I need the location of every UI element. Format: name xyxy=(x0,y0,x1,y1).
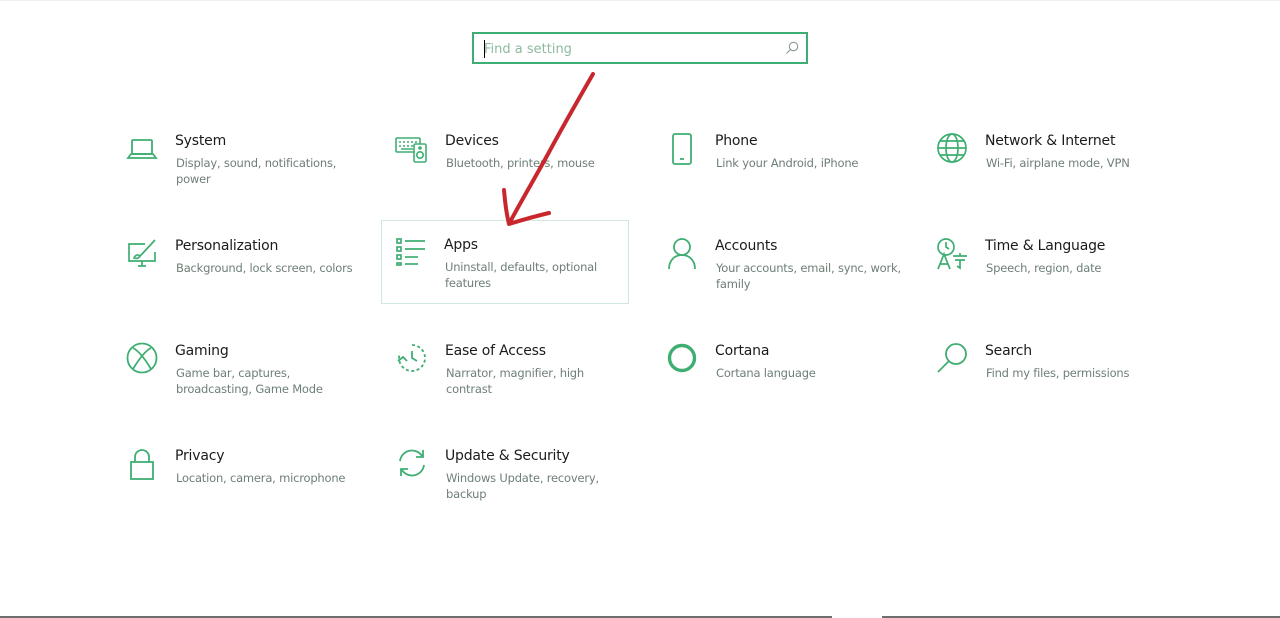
tile-devices[interactable]: Devices Bluetooth, printers, mouse xyxy=(382,122,630,206)
magnifier-icon xyxy=(935,341,969,375)
tile-title: Phone xyxy=(715,133,758,149)
tile-title: Cortana xyxy=(715,343,770,359)
tile-title: Network & Internet xyxy=(985,133,1116,149)
globe-icon xyxy=(935,131,969,165)
cortana-circle-icon xyxy=(665,341,699,375)
tile-description: Location, camera, microphone xyxy=(176,471,346,485)
sync-arrows-icon xyxy=(395,446,429,480)
tile-personalization[interactable]: Personalization Background, lock screen,… xyxy=(112,227,360,311)
search-input[interactable] xyxy=(484,37,774,61)
tile-description: Uninstall, defaults, optional features xyxy=(445,260,598,290)
tile-description: Background, lock screen, colors xyxy=(176,261,353,275)
tile-search[interactable]: Search Find my files, permissions xyxy=(922,332,1170,416)
tile-title: Accounts xyxy=(715,238,778,254)
tile-title: Time & Language xyxy=(985,238,1106,254)
tile-update-security[interactable]: Update & Security Windows Update, recove… xyxy=(382,437,630,521)
tile-title: Personalization xyxy=(175,238,279,254)
tile-description: Narrator, magnifier, high contrast xyxy=(446,366,584,396)
tile-description: Cortana language xyxy=(716,366,816,380)
keyboard-speaker-icon xyxy=(395,131,429,165)
tile-ease-of-access[interactable]: Ease of Access Narrator, magnifier, high… xyxy=(382,332,630,416)
tile-system[interactable]: System Display, sound, notifications, po… xyxy=(112,122,360,206)
tile-gaming[interactable]: Gaming Game bar, captures, broadcasting,… xyxy=(112,332,360,416)
search-box[interactable] xyxy=(472,32,808,64)
tile-title: Gaming xyxy=(175,343,229,359)
tile-phone[interactable]: Phone Link your Android, iPhone xyxy=(652,122,900,206)
tile-time-language[interactable]: Time & Language Speech, region, date xyxy=(922,227,1170,311)
search-icon[interactable] xyxy=(784,40,800,56)
tile-cortana[interactable]: Cortana Cortana language xyxy=(652,332,900,416)
person-icon xyxy=(665,236,699,270)
tile-description: Bluetooth, printers, mouse xyxy=(446,156,595,170)
tile-description: Speech, region, date xyxy=(986,261,1102,275)
tile-title: Privacy xyxy=(175,448,225,464)
tile-description: Link your Android, iPhone xyxy=(716,156,859,170)
tile-title: Devices xyxy=(445,133,499,149)
tile-description: Windows Update, recovery, backup xyxy=(446,471,599,501)
tile-description: Game bar, captures, broadcasting, Game M… xyxy=(176,366,323,396)
xbox-icon xyxy=(125,341,159,375)
tile-network-internet[interactable]: Network & Internet Wi-Fi, airplane mode,… xyxy=(922,122,1170,206)
tile-title: Search xyxy=(985,343,1032,359)
tile-description: Display, sound, notifications, power xyxy=(176,156,337,186)
tile-title: Ease of Access xyxy=(445,343,546,359)
paintbrush-monitor-icon xyxy=(125,236,159,270)
phone-icon xyxy=(665,131,699,165)
padlock-icon xyxy=(125,446,159,480)
tile-description: Your accounts, email, sync, work, family xyxy=(716,261,901,291)
tile-apps[interactable]: Apps Uninstall, defaults, optional featu… xyxy=(381,220,629,304)
settings-home: System Display, sound, notifications, po… xyxy=(0,0,1280,618)
ease-of-access-icon xyxy=(395,341,429,375)
laptop-icon xyxy=(125,131,159,165)
apps-list-icon xyxy=(394,235,428,269)
tile-title: Apps xyxy=(444,237,478,253)
tile-description: Wi-Fi, airplane mode, VPN xyxy=(986,156,1130,170)
tile-privacy[interactable]: Privacy Location, camera, microphone xyxy=(112,437,360,521)
top-divider xyxy=(0,0,1280,1)
tile-title: Update & Security xyxy=(445,448,570,464)
tile-description: Find my files, permissions xyxy=(986,366,1130,380)
time-language-icon xyxy=(935,236,969,270)
tile-accounts[interactable]: Accounts Your accounts, email, sync, wor… xyxy=(652,227,901,311)
tile-title: System xyxy=(175,133,227,149)
